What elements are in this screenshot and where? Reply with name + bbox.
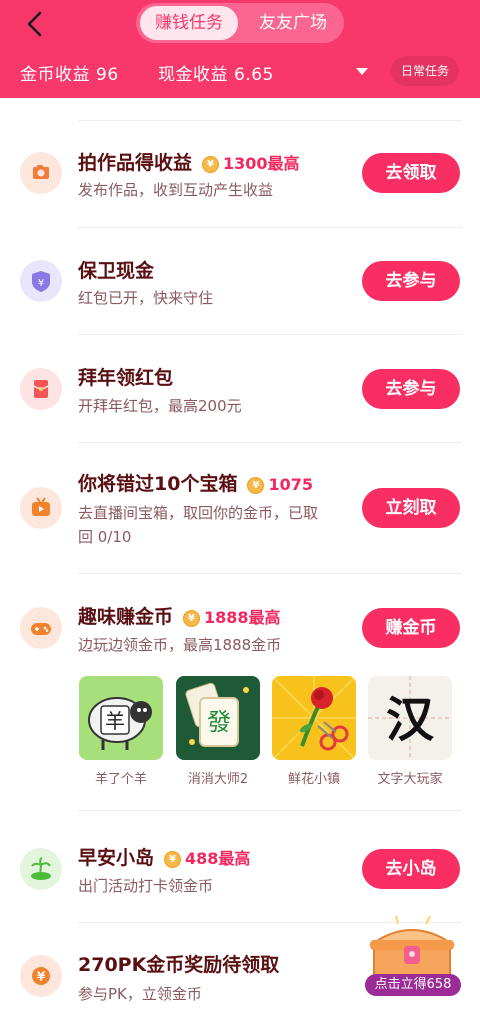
divider — [78, 573, 462, 574]
game-name: 鲜花小镇 — [287, 772, 340, 787]
task-subtitle: 去直播间宝箱，取回你的金币，已取 — [78, 504, 319, 522]
game-card[interactable]: 汉 文字大玩家 — [368, 676, 452, 787]
earn-coins-button[interactable]: 赚金币 — [362, 608, 460, 648]
game-name: 羊了个羊 — [94, 772, 147, 787]
task-subtitle: 发布作品，收到互动产生收益 — [78, 181, 274, 199]
divider — [78, 442, 462, 443]
svg-text:¥: ¥ — [37, 970, 46, 984]
task-title: 拜年领红包 — [78, 367, 174, 389]
join-button[interactable]: 去参与 — [362, 261, 460, 301]
back-arrow-icon[interactable] — [22, 10, 50, 38]
game-glyph: 汉 — [386, 692, 435, 748]
coin-icon: ¥ — [164, 851, 182, 868]
divider — [78, 227, 462, 228]
shield-yuan-icon: ¥ — [20, 260, 62, 302]
coin-income-label: 金币收益 — [20, 65, 90, 85]
tab-friends-square[interactable]: 友友广场 — [244, 6, 342, 40]
task-subtitle: 参与PK，立领金币 — [78, 985, 202, 1003]
red-envelope-icon — [20, 368, 62, 410]
chest-reward-button[interactable]: 点击立得658 — [365, 974, 461, 996]
game-name: 消消大师2 — [187, 772, 249, 787]
gamepad-icon — [20, 607, 62, 649]
task-title: 拍作品得收益 — [78, 152, 193, 174]
task-title: 早安小岛 — [78, 847, 155, 869]
daily-tasks-button[interactable]: 日常任务 — [391, 56, 459, 86]
task-subtitle: 开拜年红包，最高200元 — [78, 397, 242, 415]
claim-now-button[interactable]: 立刻取 — [362, 488, 460, 528]
task-title-wrap: 拍作品得收益 ¥1300最高 — [78, 148, 300, 175]
task-reward: 1075 — [268, 475, 313, 494]
task-title: 保卫现金 — [78, 260, 155, 282]
game-card[interactable]: 鲜花小镇 — [272, 676, 356, 787]
game-card[interactable]: 發 消消大师2 — [176, 676, 260, 787]
tab-switcher: 赚钱任务 友友广场 — [136, 3, 344, 43]
claim-button[interactable]: 去领取 — [362, 153, 460, 193]
task-title: 270PK金币奖励待领取 — [78, 954, 280, 976]
task-subtitle: 红包已开，快来守住 — [78, 289, 214, 307]
camera-icon — [20, 152, 62, 194]
go-island-button[interactable]: 去小岛 — [362, 849, 460, 889]
game-name: 文字大玩家 — [377, 772, 443, 787]
task-subtitle-line2: 回 0/10 — [78, 528, 132, 546]
coin-income-value: 96 — [96, 65, 119, 85]
task-title: 你将错过10个宝箱 — [78, 473, 238, 495]
task-title-wrap: 你将错过10个宝箱 ¥1075 — [78, 469, 313, 496]
divider — [78, 120, 462, 121]
top-header: 赚钱任务 友友广场 金币收益 96 现金收益 6.65 日常任务 — [0, 0, 480, 98]
dropdown-caret-icon[interactable] — [356, 68, 368, 75]
task-title-wrap: 趣味赚金币 ¥1888最高 — [78, 602, 281, 629]
tab-earn-tasks[interactable]: 赚钱任务 — [140, 6, 238, 40]
game-glyph: 發 — [207, 708, 231, 736]
task-title-wrap: 早安小岛 ¥488最高 — [78, 843, 250, 870]
coin-icon: ¥ — [247, 477, 265, 494]
task-title: 趣味赚金币 — [78, 606, 174, 628]
game-thumbnail-sheep: 羊 — [79, 676, 163, 760]
divider — [78, 334, 462, 335]
game-thumbnail-word: 汉 — [368, 676, 452, 760]
cash-income-value: 6.65 — [234, 65, 274, 85]
task-subtitle: 边玩边领金币，最高1888金币 — [78, 636, 282, 654]
game-thumbnail-mahjong: 發 — [176, 676, 260, 760]
divider — [78, 810, 462, 811]
tv-icon — [20, 487, 62, 529]
coin-icon: ¥ — [202, 156, 220, 173]
island-icon — [20, 848, 62, 890]
task-subtitle: 出门活动打卡领金币 — [78, 877, 214, 895]
task-reward: 1300最高 — [223, 154, 300, 173]
cash-income: 现金收益 6.65 — [158, 60, 274, 85]
game-thumbnail-flower — [272, 676, 356, 760]
svg-text:¥: ¥ — [38, 278, 44, 289]
game-card[interactable]: 羊 羊了个羊 — [79, 676, 163, 787]
cash-income-label: 现金收益 — [158, 65, 228, 85]
yuan-coin-icon: ¥ — [20, 955, 62, 997]
task-reward: 1888最高 — [204, 608, 281, 627]
coin-income: 金币收益 96 — [20, 60, 119, 85]
game-glyph: 羊 — [105, 709, 125, 733]
coin-icon: ¥ — [183, 610, 201, 627]
task-reward: 488最高 — [185, 849, 251, 868]
join-button[interactable]: 去参与 — [362, 369, 460, 409]
